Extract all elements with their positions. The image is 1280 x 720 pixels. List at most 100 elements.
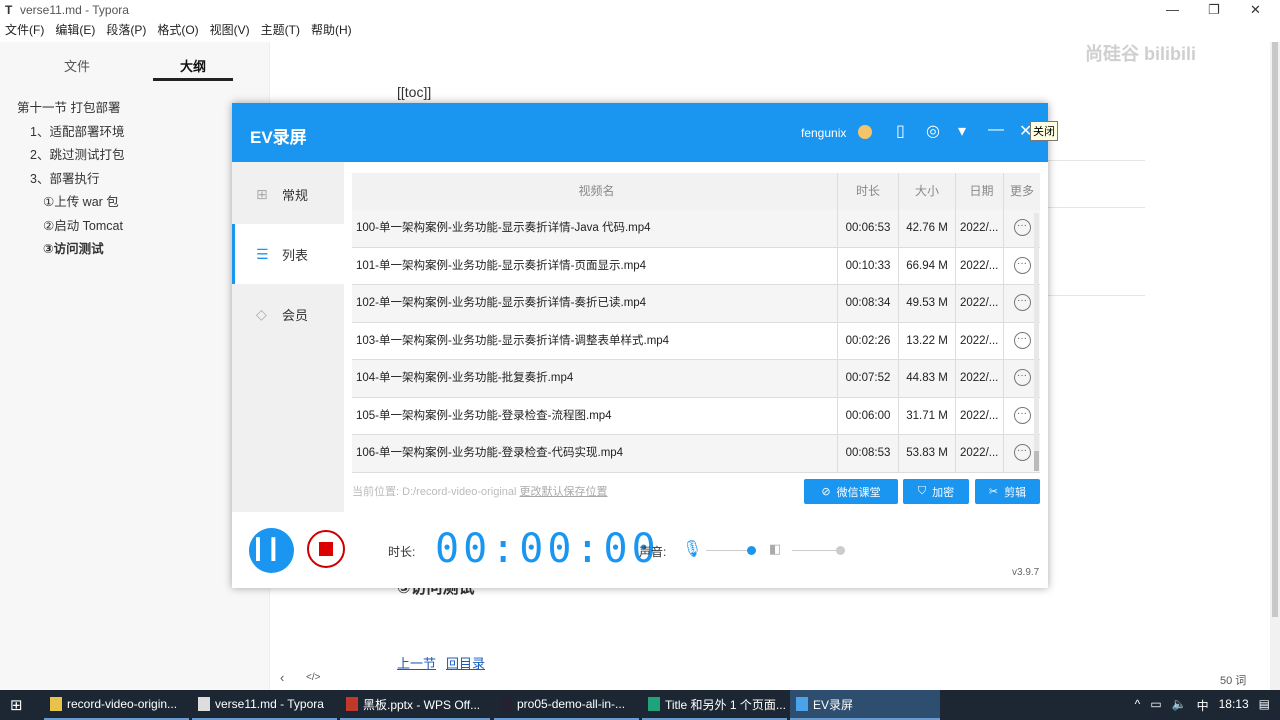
- clock[interactable]: 18:13: [1219, 697, 1249, 714]
- taskbar-item[interactable]: 黑板.pptx - WPS Off...: [340, 690, 490, 720]
- taskbar-item[interactable]: EV录屏: [790, 690, 940, 720]
- menu-view[interactable]: 视图(V): [210, 21, 250, 41]
- outline-item[interactable]: 第十一节 打包部署: [0, 97, 270, 121]
- shield-icon: ⛉: [917, 485, 927, 497]
- speaker-icon[interactable]: ◧: [769, 541, 781, 557]
- table-row[interactable]: 102-单一架构案例-业务功能-显示奏折详情-奏折已读.mp4 00:08:34 4…: [352, 285, 1040, 323]
- restore-button[interactable]: ❐: [1208, 2, 1220, 18]
- table-row[interactable]: 103-单一架构案例-业务功能-显示奏折详情-调整表单样式.mp4 00:02:2…: [352, 322, 1040, 360]
- menu-theme[interactable]: 主题(T): [261, 21, 300, 41]
- system-tray: ^ ▭ 🔈 中 18:13 ▤: [1135, 697, 1270, 714]
- table-row[interactable]: 100-单一架构案例-业务功能-显示奏折详情-Java 代码.mp4 00:06:…: [352, 210, 1040, 248]
- sound-label: 声音:: [639, 545, 667, 559]
- more-options-icon[interactable]: ···: [1013, 444, 1031, 462]
- dropdown-menu-icon[interactable]: ▾: [958, 121, 966, 141]
- microphone-icon[interactable]: 🎙: [682, 539, 702, 559]
- back-link[interactable]: 回目录: [446, 653, 485, 672]
- outline-item-active[interactable]: ③访问测试: [0, 238, 270, 262]
- username[interactable]: fengunix: [801, 126, 846, 140]
- divider: [1048, 295, 1145, 296]
- outline-item[interactable]: ②启动 Tomcat: [0, 215, 270, 239]
- tab-outline[interactable]: 大纲: [180, 56, 206, 75]
- settings-icon[interactable]: ◎: [926, 121, 940, 141]
- button-label: 微信课堂: [836, 486, 881, 499]
- network-icon[interactable]: ▭: [1150, 697, 1161, 714]
- more-options-icon[interactable]: ···: [1013, 331, 1031, 349]
- app-icon: [796, 697, 808, 711]
- video-size: 53.83 M: [899, 435, 956, 472]
- minimize-button[interactable]: —: [1166, 2, 1179, 17]
- table-row[interactable]: 101-单一架构案例-业务功能-显示奏折详情-页面显示.mp4 00:10:33 6…: [352, 247, 1040, 285]
- prev-link[interactable]: 上一节: [397, 653, 436, 672]
- mic-volume-slider[interactable]: [706, 550, 751, 551]
- video-date: 2022/...: [956, 435, 1004, 472]
- control-bar: ▎▎ 时长: 00:00:00 声音: 🎙 ◧ v3.9.7: [232, 512, 1048, 588]
- app-icon: [500, 697, 512, 711]
- taskbar-item[interactable]: verse11.md - Typora: [192, 690, 337, 720]
- video-duration: 00:08:53: [838, 435, 899, 472]
- nav-member[interactable]: ◇ 会员: [232, 284, 344, 344]
- tablet-icon[interactable]: ▯: [896, 121, 905, 141]
- vip-badge-icon: [858, 125, 872, 139]
- toggle-sidebar-icon[interactable]: ‹: [280, 670, 284, 685]
- col-date[interactable]: 日期: [956, 173, 1004, 210]
- app-icon: [50, 697, 62, 711]
- menu-paragraph[interactable]: 段落(P): [106, 21, 146, 41]
- ime-indicator[interactable]: 中: [1197, 697, 1209, 714]
- outline-item[interactable]: 3、部署执行: [0, 168, 270, 192]
- video-name: 104-单一架构案例-业务功能-批复奏折.mp4: [352, 360, 838, 397]
- outline-item[interactable]: ①上传 war 包: [0, 191, 270, 215]
- table-row[interactable]: 106-单一架构案例-业务功能-登录检查-代码实现.mp4 00:08:53 53.…: [352, 435, 1040, 473]
- table-row[interactable]: 104-单一架构案例-业务功能-批复奏折.mp4 00:07:52 44.83 M2…: [352, 360, 1040, 398]
- close-button[interactable]: ✕: [1250, 2, 1261, 18]
- change-location-link[interactable]: 更改默认保存位置: [520, 486, 608, 498]
- source-mode-icon[interactable]: </>: [306, 672, 320, 683]
- col-name[interactable]: 视频名: [352, 173, 838, 210]
- taskbar-item[interactable]: record-video-origin...: [44, 690, 189, 720]
- more-options-icon[interactable]: ···: [1013, 369, 1031, 387]
- tab-files[interactable]: 文件: [64, 56, 90, 75]
- record-button[interactable]: ▎▎: [249, 528, 294, 573]
- volume-icon[interactable]: 🔈: [1172, 697, 1187, 714]
- more-options-icon[interactable]: ···: [1013, 294, 1031, 312]
- col-size[interactable]: 大小: [899, 173, 956, 210]
- notification-icon[interactable]: ▤: [1259, 697, 1270, 714]
- nav-list[interactable]: ☰ 列表: [232, 224, 344, 284]
- table-scrollbar[interactable]: [1034, 213, 1039, 471]
- ev-header: EV录屏 fengunix ▯ ◎ ▾ — ✕: [232, 103, 1048, 162]
- task-label: pro05-demo-all-in-...: [517, 697, 626, 711]
- word-count[interactable]: 50 词: [1220, 672, 1246, 688]
- more-options-icon[interactable]: ···: [1013, 256, 1031, 274]
- speaker-volume-knob[interactable]: [836, 546, 845, 555]
- edit-button[interactable]: ✂ 剪辑: [975, 479, 1040, 504]
- minimize-icon[interactable]: —: [988, 121, 1004, 139]
- table-row[interactable]: 105-单一架构案例-业务功能-登录检查-流程图.mp4 00:06:00 31.7…: [352, 397, 1040, 435]
- menu-edit[interactable]: 编辑(E): [55, 21, 95, 41]
- outline-item[interactable]: 1、适配部署环境: [0, 121, 270, 145]
- more-options-icon[interactable]: ···: [1013, 219, 1031, 237]
- outline-item[interactable]: 2、跳过测试打包: [0, 144, 270, 168]
- version-label: v3.9.7: [1012, 567, 1040, 578]
- stop-button[interactable]: [307, 530, 345, 568]
- start-button[interactable]: ⊞: [10, 696, 23, 714]
- link-icon: ⊘: [821, 486, 831, 498]
- ev-logo: EV录屏: [250, 128, 307, 147]
- nav-general[interactable]: ⊞ 常规: [232, 164, 344, 224]
- encrypt-button[interactable]: ⛉ 加密: [903, 479, 969, 504]
- speaker-volume-slider[interactable]: [792, 550, 840, 551]
- tray-expand-icon[interactable]: ^: [1135, 697, 1141, 714]
- grid-icon: ⊞: [256, 185, 268, 202]
- menu-help[interactable]: 帮助(H): [311, 21, 352, 41]
- taskbar-item[interactable]: Title 和另外 1 个页面...: [642, 690, 787, 720]
- col-duration[interactable]: 时长: [838, 173, 899, 210]
- mic-volume-knob[interactable]: [747, 546, 756, 555]
- menu-format[interactable]: 格式(O): [157, 21, 198, 41]
- wechat-class-button[interactable]: ⊘ 微信课堂: [804, 479, 898, 504]
- divider: [1048, 160, 1145, 161]
- editor-scrollbar[interactable]: [1270, 42, 1280, 690]
- ev-nav: ⊞ 常规 ☰ 列表 ◇ 会员: [232, 162, 344, 512]
- taskbar-item[interactable]: pro05-demo-all-in-...: [494, 690, 639, 720]
- watermark: 尚硅谷 bilibili: [1085, 44, 1196, 64]
- more-options-icon[interactable]: ···: [1013, 406, 1031, 424]
- menu-file[interactable]: 文件(F): [5, 21, 44, 41]
